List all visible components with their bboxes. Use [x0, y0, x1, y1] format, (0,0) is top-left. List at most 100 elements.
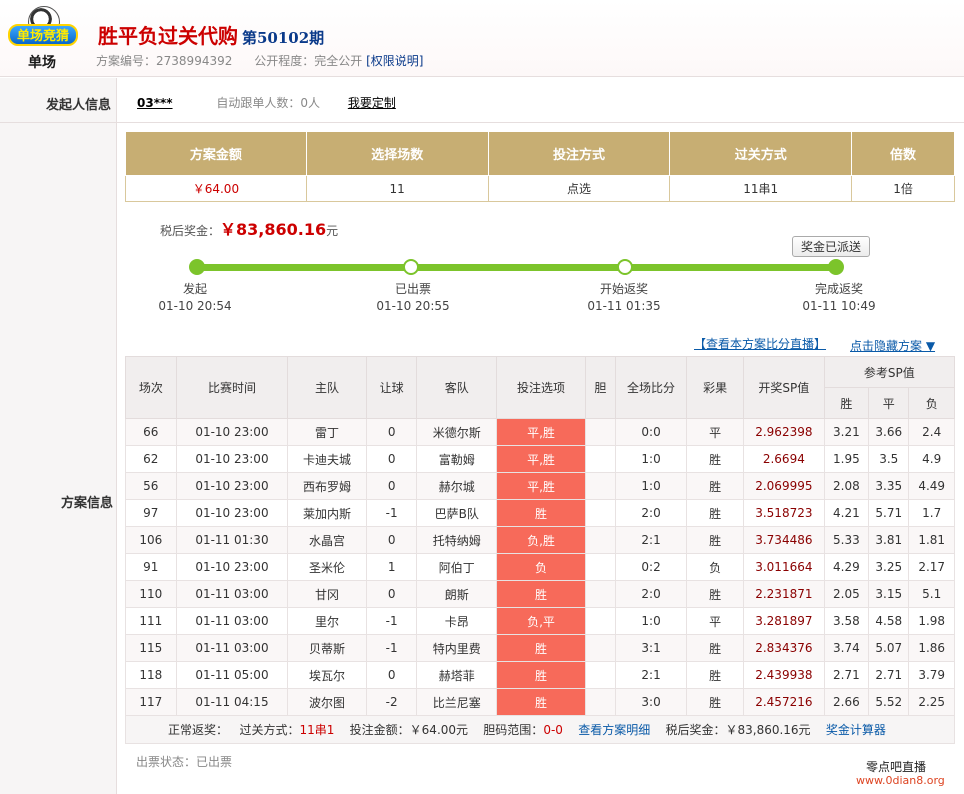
table-row: 97 01-10 23:00 莱加内斯 -1 巴萨B队胜 2:0 胜 3.518723 4.21… [125, 499, 955, 527]
ref-sp-draw: 3.15 [868, 580, 910, 608]
header-no: 场次 [125, 356, 177, 419]
away-team: 托特纳姆 [416, 526, 498, 554]
rights-link[interactable]: [权限说明] [366, 54, 423, 68]
result: 胜 [686, 499, 745, 527]
ref-sp-draw: 5.52 [868, 688, 910, 716]
home-team: 莱加内斯 [287, 499, 367, 527]
match-no: 66 [125, 418, 177, 446]
summary-header: 过关方式 [669, 131, 853, 176]
header-sp: 开奖SP值 [743, 356, 825, 419]
prize-amount: ￥83,860.16 [220, 220, 327, 239]
ref-sp-win: 3.74 [823, 634, 870, 662]
table-row: 62 01-10 23:00 卡迪夫城 0 富勒姆 平,胜 1:0 胜 2.6694 1.95 3.… [125, 445, 955, 473]
draw-sp: 2.069995 [743, 472, 825, 500]
home-team: 里尔 [287, 607, 367, 635]
match-time: 01-10 23:00 [175, 553, 289, 581]
follow-count: 自动跟单人数：0人 [216, 96, 320, 110]
dan [584, 526, 616, 554]
match-time: 01-11 03:00 [175, 580, 289, 608]
ticket-status: 出票状态：已出票 [136, 755, 233, 769]
draw-sp: 3.518723 [743, 499, 825, 527]
ref-sp-lose: 2.4 [908, 418, 955, 446]
home-team: 埃瓦尔 [287, 661, 367, 689]
step-name: 完成返奖 [814, 282, 863, 296]
dan [584, 661, 616, 689]
scheme-meta: 方案编号：2738994392 公开程度：完全公开 [权限说明] [96, 52, 423, 69]
match-no: 91 [125, 553, 177, 581]
handicap: 0 [365, 580, 418, 608]
away-team: 富勒姆 [416, 445, 498, 473]
match-time: 01-10 23:00 [175, 418, 289, 446]
result: 胜 [686, 661, 745, 689]
logo-banner: 单场竞猜 [8, 24, 78, 46]
full-score: 1:0 [614, 445, 688, 473]
live-score-link[interactable]: 【查看本方案比分直播】 [694, 335, 826, 352]
scheme-detail-link[interactable]: 查看方案明细 [578, 723, 650, 737]
scheme-no: 2738994392 [156, 54, 233, 68]
bet-pick: 平,胜 [496, 418, 586, 446]
step-name: 发起 [182, 282, 207, 296]
ref-sp-win: 2.05 [823, 580, 870, 608]
bet-pick: 负,平 [496, 607, 586, 635]
draw-sp: 2.834376 [743, 634, 825, 662]
initiator-user-link[interactable]: 03*** [137, 96, 173, 110]
header-handicap: 让球 [365, 356, 418, 419]
header-win: 胜 [823, 387, 870, 419]
handicap: -1 [365, 607, 418, 635]
ref-sp-draw: 3.81 [868, 526, 910, 554]
row-divider [0, 122, 964, 123]
ref-sp-draw: 4.58 [868, 607, 910, 635]
ref-sp-lose: 1.98 [908, 607, 955, 635]
bet-method: 点选 [487, 175, 671, 202]
bet-pick: 胜 [496, 580, 586, 608]
away-team: 巴萨B队 [416, 499, 498, 527]
header-away: 客队 [416, 356, 498, 419]
handicap: -1 [365, 499, 418, 527]
scheme-summary-table: 方案金额 选择场数 投注方式 过关方式 倍数 ￥64.00 11 点选 11串1… [125, 131, 955, 202]
full-score: 3:0 [614, 688, 688, 716]
hide-scheme-link[interactable]: 点击隐藏方案 ▼ [850, 337, 935, 354]
header-lose: 负 [908, 387, 955, 419]
match-time: 01-11 01:30 [175, 526, 289, 554]
dan [584, 580, 616, 608]
prize-sent-button[interactable]: 奖金已派送 [792, 236, 871, 257]
match-time: 01-11 05:00 [175, 661, 289, 689]
full-score: 1:0 [614, 472, 688, 500]
match-time: 01-10 23:00 [175, 472, 289, 500]
draw-sp: 2.457216 [743, 688, 825, 716]
ref-sp-win: 2.08 [823, 472, 870, 500]
bet-pick: 负,胜 [496, 526, 586, 554]
progress-step: 开始返奖 01-11 01:35 [564, 281, 684, 315]
dan [584, 445, 616, 473]
table-row: 91 01-10 23:00 圣米伦 1 阿伯丁负 0:2 负 3.011664 4.29 3.2… [125, 553, 955, 581]
normal-payout-label: 正常返奖： [168, 723, 229, 737]
full-score: 2:1 [614, 526, 688, 554]
handicap: -2 [365, 688, 418, 716]
step-time: 01-10 20:54 [158, 299, 232, 313]
summary-header: 选择场数 [305, 131, 489, 176]
header-ref-sp: 参考SP值 [823, 356, 956, 388]
handicap: 0 [365, 472, 418, 500]
bet-amount-value: ￥64.00元 [409, 723, 469, 737]
step-time: 01-10 20:55 [376, 299, 450, 313]
dan [584, 688, 616, 716]
dan [584, 553, 616, 581]
ref-sp-draw: 5.07 [868, 634, 910, 662]
payout-summary: 正常返奖： 过关方式：11串1 投注金额：￥64.00元 胆码范围：0-0 查看… [125, 715, 955, 744]
left-label-column [0, 78, 117, 794]
away-team: 阿伯丁 [416, 553, 498, 581]
ref-sp-win: 2.66 [823, 688, 870, 716]
custom-order-link[interactable]: 我要定制 [348, 96, 396, 110]
title-text: 胜平负过关代购 [98, 24, 238, 48]
watermark-url: www.0dian8.org [856, 774, 945, 787]
ref-sp-win: 3.58 [823, 607, 870, 635]
prize-calculator-link[interactable]: 奖金计算器 [826, 723, 886, 737]
ref-sp-draw: 3.35 [868, 472, 910, 500]
draw-sp: 3.734486 [743, 526, 825, 554]
full-score: 3:1 [614, 634, 688, 662]
handicap: -1 [365, 634, 418, 662]
home-team: 甘冈 [287, 580, 367, 608]
table-row: 118 01-11 05:00 埃瓦尔 0 赫塔菲胜 2:1 胜 2.439938 2.71 2.… [125, 661, 955, 689]
bet-pick: 胜 [496, 634, 586, 662]
dan [584, 499, 616, 527]
